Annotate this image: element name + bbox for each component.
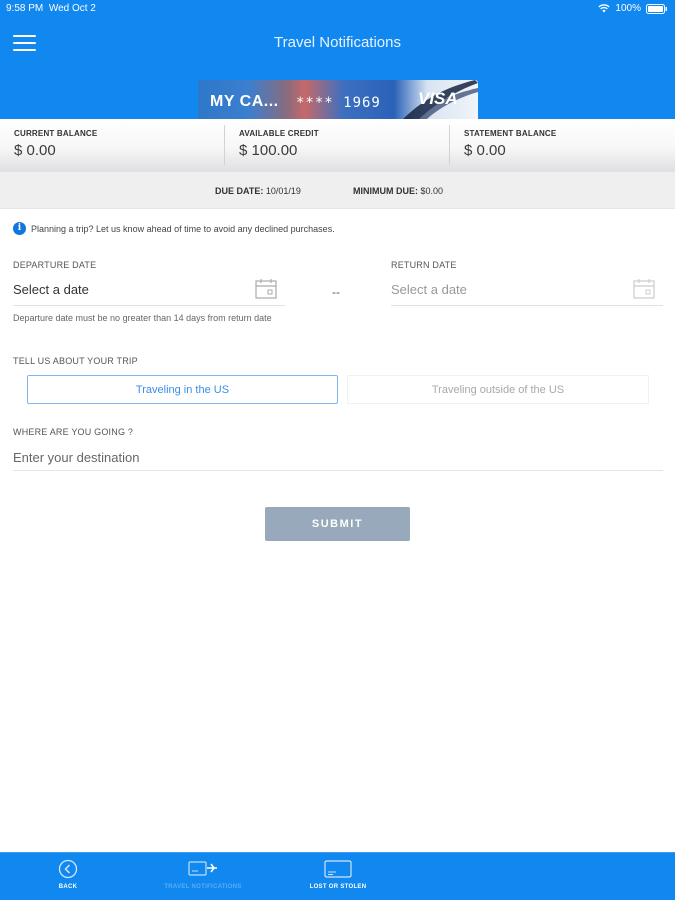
due-date: DUE DATE: 10/01/19 <box>215 186 301 196</box>
due-info-strip: DUE DATE: 10/01/19 MINIMUM DUE: $0.00 <box>0 171 675 209</box>
trip-info-message: i Planning a trip? Let us know ahead of … <box>13 222 335 235</box>
tab-back[interactable]: BACK <box>8 857 128 890</box>
current-balance-label: CURRENT BALANCE <box>14 129 98 138</box>
card-icon <box>324 860 352 878</box>
destination-input[interactable] <box>13 445 663 471</box>
traveling-outside-us-option[interactable]: Traveling outside of the US <box>347 375 649 404</box>
battery-percent: 100% <box>615 3 641 14</box>
visa-logo: VISA <box>418 89 458 108</box>
date-range-separator: -- <box>332 285 340 299</box>
departure-date-field[interactable] <box>13 276 285 306</box>
battery-icon <box>646 3 667 14</box>
statement-balance-value: $ 0.00 <box>464 142 506 159</box>
available-credit-label: AVAILABLE CREDIT <box>239 129 319 138</box>
departure-date-label: DEPARTURE DATE <box>13 260 97 270</box>
destination-label: WHERE ARE YOU GOING ? <box>13 427 134 437</box>
wifi-icon <box>598 4 611 13</box>
return-date-label: RETURN DATE <box>391 260 457 270</box>
statement-balance-label: STATEMENT BALANCE <box>464 129 557 138</box>
bottom-tab-bar: BACK TRAVEL NOTIFICATIONS LOST OR STOLEN <box>0 852 675 900</box>
page-title: Travel Notifications <box>274 34 401 51</box>
calendar-icon[interactable] <box>633 278 655 299</box>
credit-card-image[interactable]: MY CA... **** 1969 VISA <box>198 80 478 119</box>
status-time: 9:58 PM Wed Oct 2 <box>6 3 96 14</box>
tab-travel-notifications[interactable]: TRAVEL NOTIFICATIONS <box>143 857 263 890</box>
tab-lost-or-stolen[interactable]: LOST OR STOLEN <box>278 857 398 890</box>
calendar-icon[interactable] <box>255 278 277 299</box>
minimum-due: MINIMUM DUE: $0.00 <box>353 186 444 196</box>
app-header: 9:58 PM Wed Oct 2 100% Travel Notificati… <box>0 0 675 119</box>
tab-lost-label: LOST OR STOLEN <box>309 884 367 890</box>
balance-divider <box>224 125 225 165</box>
current-balance-value: $ 0.00 <box>14 142 56 159</box>
trip-type-label: TELL US ABOUT YOUR TRIP <box>13 356 138 366</box>
info-icon: i <box>13 222 26 235</box>
card-number: **** 1969 <box>296 95 381 111</box>
submit-button[interactable]: SUBMIT <box>265 507 410 541</box>
card-plane-icon <box>188 861 217 876</box>
balance-divider <box>449 125 450 165</box>
tab-back-label: BACK <box>58 884 78 890</box>
return-date-field[interactable] <box>391 276 663 306</box>
info-text: Planning a trip? Let us know ahead of ti… <box>31 223 335 234</box>
date-hint: Departure date must be no greater than 1… <box>13 313 272 323</box>
available-credit-value: $ 100.00 <box>239 142 298 159</box>
departure-date-input[interactable] <box>13 282 233 297</box>
traveling-in-us-option[interactable]: Traveling in the US <box>27 375 338 404</box>
status-indicators: 100% <box>598 3 667 14</box>
back-arrow-icon <box>58 859 78 879</box>
card-name: MY CA... <box>210 93 279 110</box>
balance-summary: CURRENT BALANCE $ 0.00 AVAILABLE CREDIT … <box>0 119 675 171</box>
tab-travel-label: TRAVEL NOTIFICATIONS <box>164 884 242 890</box>
return-date-input[interactable] <box>391 282 611 297</box>
status-bar: 9:58 PM Wed Oct 2 100% <box>0 0 675 18</box>
